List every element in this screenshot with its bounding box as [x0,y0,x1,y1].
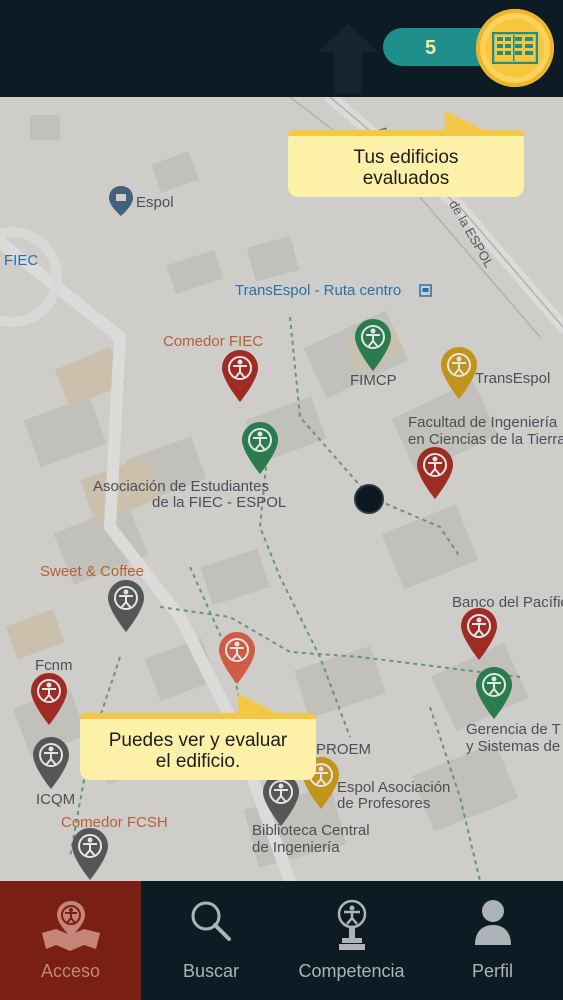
expand-up-icon[interactable] [318,24,378,94]
nav-label-buscar: Buscar [182,961,240,981]
trophy-icon [337,899,366,950]
nav-label-competencia: Competencia [298,961,405,981]
search-icon [191,901,231,941]
evaluated-buildings-badge[interactable] [476,9,554,87]
nav-label-perfil: Perfil [471,961,513,981]
evaluated-count: 5 [424,37,437,59]
nav-item-buscar[interactable]: Buscar [141,881,281,1000]
tooltip-building-line2: el edificio. [155,751,241,772]
bottom-nav: Acceso Buscar Competencia Perfil [0,881,563,1000]
nav-item-acceso[interactable]: Acceso [0,881,141,1000]
nav-label-acceso: Acceso [40,961,101,981]
tooltip-evaluated-buildings: Tus edificios evaluados [288,130,524,197]
tooltip-evaluated-line1: Tus edificios [353,147,459,168]
accessibility-map-icon [41,901,100,951]
nav-item-competencia[interactable]: Competencia [281,881,422,1000]
tooltip-building-line1: Puedes ver y evaluar [108,730,288,751]
building-list-icon [492,32,538,64]
tooltip-evaluated-line2: evaluados [362,168,450,189]
nav-item-perfil[interactable]: Perfil [422,881,563,1000]
tooltip-building-action: Puedes ver y evaluar el edificio. [80,713,316,780]
user-icon [474,900,511,945]
top-bar: 5 [0,0,563,97]
